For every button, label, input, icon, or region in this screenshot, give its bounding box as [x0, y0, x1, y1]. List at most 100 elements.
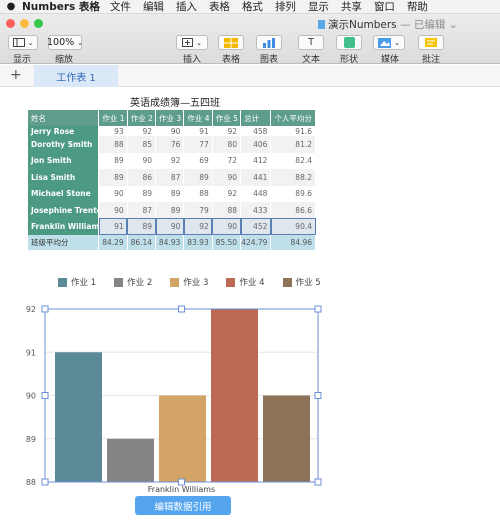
legend-item[interactable]: 作业 4: [226, 276, 265, 288]
table-cell[interactable]: 90: [155, 218, 185, 235]
table-cell[interactable]: 89: [127, 185, 157, 202]
menu-insert[interactable]: 插入: [176, 0, 197, 14]
menu-arrange[interactable]: 排列: [275, 0, 296, 14]
resize-handle[interactable]: [314, 392, 322, 399]
document-title[interactable]: 演示Numbers — 已编辑 ⌄: [318, 17, 458, 32]
legend-item[interactable]: 作业 1: [58, 276, 96, 288]
chart-button[interactable]: [256, 35, 282, 50]
table-cell[interactable]: 86: [127, 169, 157, 186]
table-cell[interactable]: 89: [155, 201, 185, 219]
menu-help[interactable]: 帮助: [407, 0, 428, 14]
footer-cell[interactable]: 84.93: [155, 234, 185, 250]
column-header[interactable]: 作业 2: [127, 110, 157, 127]
table-cell[interactable]: 79: [183, 201, 213, 219]
apple-menu-icon[interactable]: ●: [0, 1, 22, 12]
table-cell[interactable]: 93: [98, 126, 128, 137]
footer-cell[interactable]: 84.96: [270, 234, 316, 250]
table-cell[interactable]: 458: [240, 126, 272, 137]
table-cell[interactable]: 89: [98, 152, 128, 170]
table-cell[interactable]: 86.6: [270, 201, 316, 219]
row-name-cell[interactable]: Michael Stone: [28, 185, 100, 202]
row-name-cell[interactable]: Jerry Rose: [28, 126, 100, 137]
table-cell[interactable]: 91.6: [270, 126, 316, 137]
menu-app-name[interactable]: Numbers 表格: [22, 0, 100, 14]
column-header[interactable]: 作业 5: [212, 110, 242, 127]
row-name-cell[interactable]: Josephine Trenton: [28, 201, 100, 219]
table-cell[interactable]: 448: [240, 185, 272, 202]
table-cell[interactable]: 72: [212, 152, 242, 170]
column-header[interactable]: 作业 4: [183, 110, 213, 127]
column-header[interactable]: 姓名: [28, 110, 100, 127]
resize-handle[interactable]: [41, 478, 49, 486]
table-cell[interactable]: 91: [98, 218, 128, 235]
table-cell[interactable]: 406: [240, 136, 272, 153]
table-cell[interactable]: 88: [212, 201, 242, 219]
footer-cell[interactable]: 86.14: [127, 234, 157, 250]
menu-edit[interactable]: 编辑: [143, 0, 164, 14]
maximize-window-button[interactable]: [34, 19, 43, 28]
table-button[interactable]: [218, 35, 244, 50]
table-cell[interactable]: 88: [98, 136, 128, 153]
table-cell[interactable]: 90: [212, 218, 242, 235]
row-name-cell[interactable]: Dorothy Smith: [28, 136, 100, 153]
menu-view[interactable]: 显示: [308, 0, 329, 14]
bar-chart[interactable]: 88 89 90 91 92 Franklin Williams: [0, 298, 500, 496]
comment-button[interactable]: [418, 35, 444, 50]
table-cell[interactable]: 92: [127, 126, 157, 137]
menu-table[interactable]: 表格: [209, 0, 230, 14]
resize-handle[interactable]: [41, 392, 49, 399]
table-cell[interactable]: 76: [155, 136, 185, 153]
table-cell[interactable]: 88: [183, 185, 213, 202]
table-cell[interactable]: 441: [240, 169, 272, 186]
column-header[interactable]: 作业 3: [155, 110, 185, 127]
table-cell[interactable]: 90: [155, 126, 185, 137]
menu-window[interactable]: 窗口: [374, 0, 395, 14]
table-cell[interactable]: 82.4: [270, 152, 316, 170]
table-cell[interactable]: 92: [212, 126, 242, 137]
table-cell[interactable]: 81.2: [270, 136, 316, 153]
resize-handle[interactable]: [178, 478, 185, 486]
column-header[interactable]: 作业 1: [98, 110, 128, 127]
menu-file[interactable]: 文件: [110, 0, 131, 14]
menu-format[interactable]: 格式: [242, 0, 263, 14]
footer-cell[interactable]: 424.79: [240, 234, 272, 250]
view-button[interactable]: ⌄: [8, 35, 38, 50]
add-sheet-button[interactable]: +: [10, 67, 22, 83]
table-cell[interactable]: 89: [183, 169, 213, 186]
table-cell[interactable]: 87: [127, 201, 157, 219]
row-name-cell[interactable]: Lisa Smith: [28, 169, 100, 186]
footer-cell[interactable]: 83.93: [183, 234, 213, 250]
shape-button[interactable]: [336, 35, 362, 50]
menu-share[interactable]: 共享: [341, 0, 362, 14]
column-header[interactable]: 个人平均分: [270, 110, 316, 127]
media-button[interactable]: ⌄: [373, 35, 405, 50]
table-cell[interactable]: 88.2: [270, 169, 316, 186]
edit-data-references-button[interactable]: 编辑数据引用: [135, 496, 231, 515]
grades-table[interactable]: 姓名 作业 1 作业 2 作业 3 作业 4 作业 5 总计 个人平均分 Jer…: [28, 110, 316, 250]
table-cell[interactable]: 69: [183, 152, 213, 170]
table-cell[interactable]: 89: [155, 185, 185, 202]
resize-handle[interactable]: [41, 305, 49, 313]
table-cell[interactable]: 90.4: [270, 218, 316, 235]
legend-item[interactable]: 作业 3: [170, 276, 208, 288]
row-name-cell[interactable]: Jon Smith: [28, 152, 100, 170]
table-cell[interactable]: 92: [212, 185, 242, 202]
table-cell[interactable]: 90: [98, 201, 128, 219]
table-cell[interactable]: 92: [183, 218, 213, 235]
close-window-button[interactable]: [6, 19, 15, 28]
resize-handle[interactable]: [314, 305, 322, 313]
table-cell[interactable]: 89: [127, 218, 157, 235]
footer-cell[interactable]: 84.29: [98, 234, 128, 250]
legend-item[interactable]: 作业 5: [282, 276, 321, 288]
table-cell[interactable]: 77: [183, 136, 213, 153]
table-cell[interactable]: 89: [98, 169, 128, 186]
insert-button[interactable]: ⌄: [176, 35, 208, 50]
row-name-cell[interactable]: Franklin Williams: [28, 218, 100, 235]
table-cell[interactable]: 92: [155, 152, 185, 170]
text-button[interactable]: T: [298, 35, 324, 50]
table-cell[interactable]: 80: [212, 136, 242, 153]
table-cell[interactable]: 433: [240, 201, 272, 219]
table-cell[interactable]: 90: [127, 152, 157, 170]
resize-handle[interactable]: [314, 478, 322, 486]
column-header[interactable]: 总计: [240, 110, 272, 127]
